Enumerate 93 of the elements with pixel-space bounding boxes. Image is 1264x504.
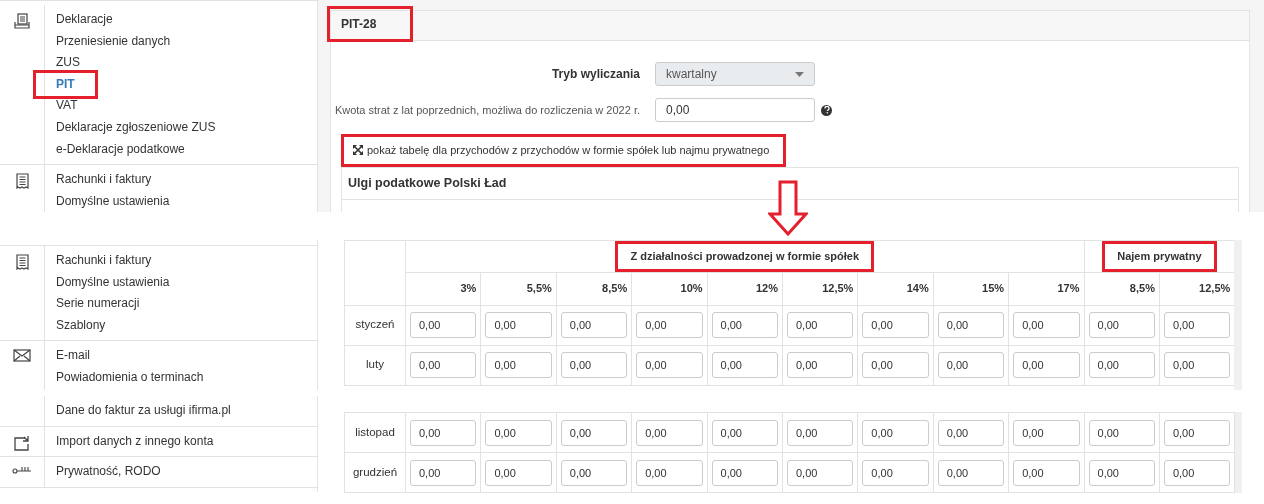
mail-icon <box>13 349 31 363</box>
input-field[interactable]: 0,00 <box>1013 312 1080 338</box>
input-field[interactable]: 0,00 <box>655 98 815 122</box>
input-field[interactable]: 0,00 <box>786 352 854 378</box>
expand-icon <box>353 145 363 156</box>
input-field[interactable]: 0,00 <box>711 419 778 446</box>
sidebar-item[interactable]: Domyślne ustawienia <box>56 271 170 294</box>
column-header: 8,5% <box>602 282 628 295</box>
month-label: listopad <box>355 425 395 438</box>
input-field[interactable]: 0,00 <box>636 459 703 486</box>
import-icon <box>13 434 31 451</box>
sidebar-item[interactable]: e-Deklaracje podatkowe <box>56 138 185 161</box>
input-field[interactable]: 0,00 <box>560 352 628 378</box>
input-field[interactable]: 0,00 <box>1013 459 1080 486</box>
input-field[interactable]: 0,00 <box>1163 459 1231 486</box>
input-field[interactable]: 0,00 <box>1163 352 1231 378</box>
column-header: 10% <box>680 282 703 295</box>
column-header: 14% <box>906 282 929 295</box>
input-field[interactable]: 0,00 <box>1088 312 1155 338</box>
sidebar-item[interactable]: Rachunki i faktury <box>56 169 152 191</box>
sidebar-item[interactable]: Powiadomienia o terminach <box>56 366 204 389</box>
input-field[interactable]: 0,00 <box>636 312 703 338</box>
sidebar-item[interactable]: Import danych z innego konta <box>56 430 214 453</box>
input-field[interactable]: 0,00 <box>410 312 477 338</box>
receipt-icon <box>15 173 29 190</box>
column-header: 12,5% <box>1199 282 1231 295</box>
input-field[interactable]: 0,00 <box>1163 312 1231 338</box>
column-group-header: Najem prywatny <box>1102 241 1217 272</box>
sidebar-item[interactable]: Serie numeracji <box>56 293 140 315</box>
input-field[interactable]: 0,00 <box>937 459 1005 486</box>
input-field[interactable]: 0,00 <box>862 459 929 486</box>
input-field[interactable]: 0,00 <box>636 352 703 378</box>
sidebar-item[interactable]: Prywatność, RODO <box>56 461 161 483</box>
column-header: 12% <box>755 282 778 295</box>
input-field[interactable]: 0,00 <box>1088 459 1155 486</box>
input-field[interactable]: 0,00 <box>1013 352 1080 378</box>
column-header: 12,5% <box>822 282 854 295</box>
receipt-icon <box>15 254 29 270</box>
panel-title: PIT-28 <box>327 5 414 42</box>
field-label: Kwota strat z lat poprzednich, możliwa do rozliczenia w 2022 r. <box>333 102 641 118</box>
input-field[interactable]: 0,00 <box>711 352 778 378</box>
sidebar-item[interactable]: Deklaracje <box>56 9 113 31</box>
caret-icon <box>795 71 804 77</box>
month-label: grudzień <box>352 465 398 478</box>
sidebar-item[interactable]: Domyślne ustawienia <box>56 190 170 212</box>
input-field[interactable]: 0,00 <box>560 419 628 446</box>
input-field[interactable]: 0,00 <box>862 352 929 378</box>
key-icon <box>12 465 32 476</box>
sidebar-item[interactable]: PIT <box>33 69 98 100</box>
input-field[interactable]: 0,00 <box>485 419 552 446</box>
input-field[interactable]: 0,00 <box>1088 352 1155 378</box>
input-field[interactable]: 0,00 <box>485 312 552 338</box>
column-header: 5,5% <box>526 282 552 295</box>
input-field[interactable]: 0,00 <box>636 419 703 446</box>
column-header: 15% <box>982 282 1005 295</box>
input-field[interactable]: 0,00 <box>1013 419 1080 446</box>
input-field[interactable]: 0,00 <box>711 459 778 486</box>
input-field[interactable]: 0,00 <box>410 352 477 378</box>
input-field[interactable]: 0,00 <box>786 419 854 446</box>
input-field[interactable]: 0,00 <box>937 352 1005 378</box>
column-header: 8,5% <box>1129 282 1155 295</box>
input-field[interactable]: 0,00 <box>862 419 929 446</box>
input-field[interactable]: 0,00 <box>1088 419 1155 446</box>
column-header: 3% <box>460 282 477 295</box>
sidebar-item[interactable]: Dane do faktur za usługi ifirma.pl <box>56 400 231 422</box>
input-field[interactable]: 0,00 <box>485 352 552 378</box>
sidebar-item[interactable]: Rachunki i faktury <box>56 250 152 272</box>
column-group-header: Z działalności prowadzonej w formie spółek <box>615 241 875 272</box>
input-field[interactable]: 0,00 <box>862 312 929 338</box>
month-label: styczeń <box>355 318 395 331</box>
sidebar-item[interactable]: Szablony <box>56 314 106 337</box>
input-field[interactable]: 0,00 <box>937 419 1005 446</box>
sidebar-item[interactable]: Przeniesienie danych <box>56 30 171 53</box>
tray-document-icon <box>14 13 30 29</box>
show-table-link[interactable]: pokaż tabelę dla przychodów z przychodów w formie spółek lub najmu prywatnego <box>341 134 787 167</box>
section-title: Ulgi podatkowe Polski Ład <box>348 174 507 192</box>
input-field[interactable]: 0,00 <box>560 312 628 338</box>
input-field[interactable]: 0,00 <box>1163 419 1231 446</box>
input-field[interactable]: 0,00 <box>711 312 778 338</box>
sidebar-item[interactable]: Deklaracje zgłoszeniowe ZUS <box>56 116 216 139</box>
input-field[interactable]: 0,00 <box>485 459 552 486</box>
help-icon[interactable] <box>821 104 832 116</box>
input-field[interactable]: 0,00 <box>410 459 477 486</box>
sidebar-item[interactable]: E-mail <box>56 345 90 367</box>
month-label: luty <box>366 358 384 371</box>
select-field[interactable]: kwartalny <box>655 62 815 86</box>
field-label: Tryb wyliczania <box>550 66 641 83</box>
column-header: 17% <box>1057 282 1080 295</box>
input-field[interactable]: 0,00 <box>410 419 477 446</box>
input-field[interactable]: 0,00 <box>786 459 854 486</box>
input-field[interactable]: 0,00 <box>937 312 1005 338</box>
input-field[interactable]: 0,00 <box>786 312 854 338</box>
input-field[interactable]: 0,00 <box>560 459 628 486</box>
